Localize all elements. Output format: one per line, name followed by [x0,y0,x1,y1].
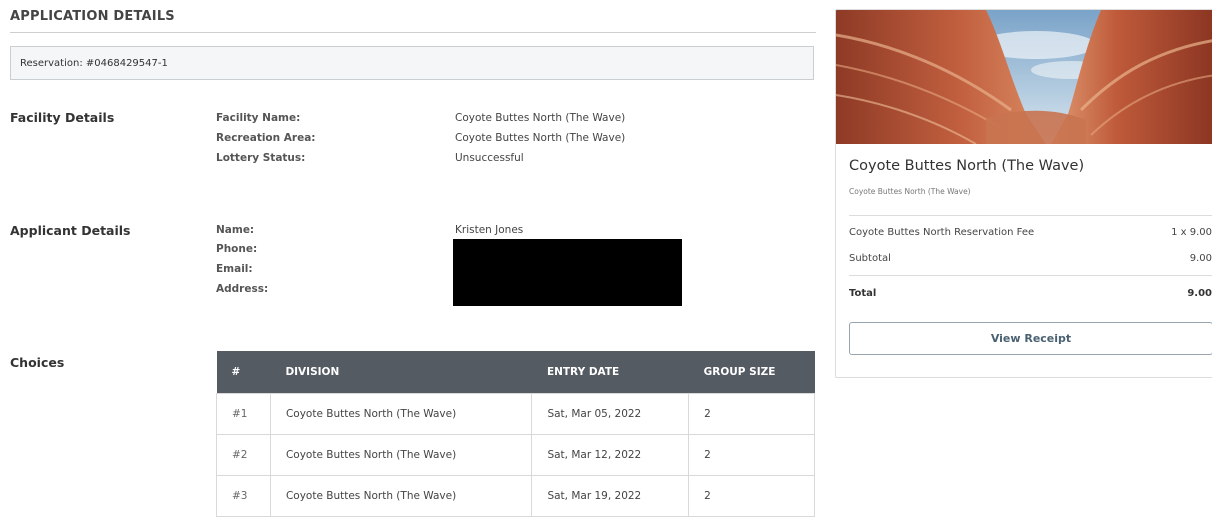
reservation-number: Reservation: #0468429547-1 [20,57,168,69]
choice-division: Coyote Buttes North (The Wave) [269,392,533,435]
lottery-status-value: Unsuccessful [455,152,524,164]
summary-title: Coyote Buttes North (The Wave) [849,158,1085,174]
column-header-number: # [216,351,271,393]
choice-entry-date: Sat, Mar 05, 2022 [531,392,690,435]
applicant-address-label: Address: [216,283,269,295]
fee-label: Coyote Buttes North Reservation Fee [849,227,1035,238]
choices-heading: Choices [10,355,65,370]
choice-division: Coyote Buttes North (The Wave) [269,474,533,517]
total-value: 9.00 [1187,288,1212,299]
column-header-group-size: GROUP SIZE [688,351,815,393]
reservation-box: Reservation: #0468429547-1 [10,46,814,80]
applicant-phone-label: Phone: [216,243,258,255]
recreation-area-label: Recreation Area: [216,132,316,144]
summary-divider [849,215,1212,216]
redaction-box [453,239,682,306]
lottery-status-label: Lottery Status: [216,152,306,164]
subtotal-label: Subtotal [849,253,891,264]
choices-table: # DIVISION ENTRY DATE GROUP SIZE #1 Coyo… [216,351,815,517]
subtotal-value: 9.00 [1189,253,1212,264]
summary-subtitle: Coyote Buttes North (The Wave) [849,187,971,196]
column-header-entry-date: ENTRY DATE [531,351,689,393]
applicant-details-heading: Applicant Details [10,223,131,238]
applicant-name-value: Kristen Jones [455,224,524,236]
table-row: #2 Coyote Buttes North (The Wave) Sat, M… [216,433,815,476]
application-details-panel: APPLICATION DETAILS Reservation: #046842… [10,0,816,517]
choice-division: Coyote Buttes North (The Wave) [269,433,533,476]
total-label: Total [849,288,877,299]
recreation-area-value: Coyote Buttes North (The Wave) [455,132,626,144]
choice-group-size: 2 [688,392,815,435]
table-row: #1 Coyote Buttes North (The Wave) Sat, M… [216,392,815,435]
choice-entry-date: Sat, Mar 12, 2022 [531,433,690,476]
column-header-division: DIVISION [270,351,532,393]
page-title: APPLICATION DETAILS [10,9,175,24]
choice-entry-date: Sat, Mar 19, 2022 [531,474,690,517]
table-header-row: # DIVISION ENTRY DATE GROUP SIZE [216,351,815,393]
choice-group-size: 2 [688,474,815,517]
reservation-summary-card: Coyote Buttes North (The Wave) Coyote Bu… [835,9,1212,378]
choice-number: #3 [216,474,271,517]
title-divider [10,32,816,33]
choice-number: #2 [216,433,271,476]
table-row: #3 Coyote Buttes North (The Wave) Sat, M… [216,474,815,517]
applicant-email-label: Email: [216,263,253,275]
subtotal-divider [849,275,1212,276]
applicant-name-label: Name: [216,224,255,236]
choice-number: #1 [216,392,271,435]
fee-value: 1 x 9.00 [1171,227,1212,238]
facility-name-value: Coyote Buttes North (The Wave) [455,112,626,124]
facility-name-label: Facility Name: [216,112,301,124]
facility-details-heading: Facility Details [10,110,115,125]
view-receipt-button[interactable]: View Receipt [849,322,1212,355]
choice-group-size: 2 [688,433,815,476]
facility-photo [836,10,1212,144]
